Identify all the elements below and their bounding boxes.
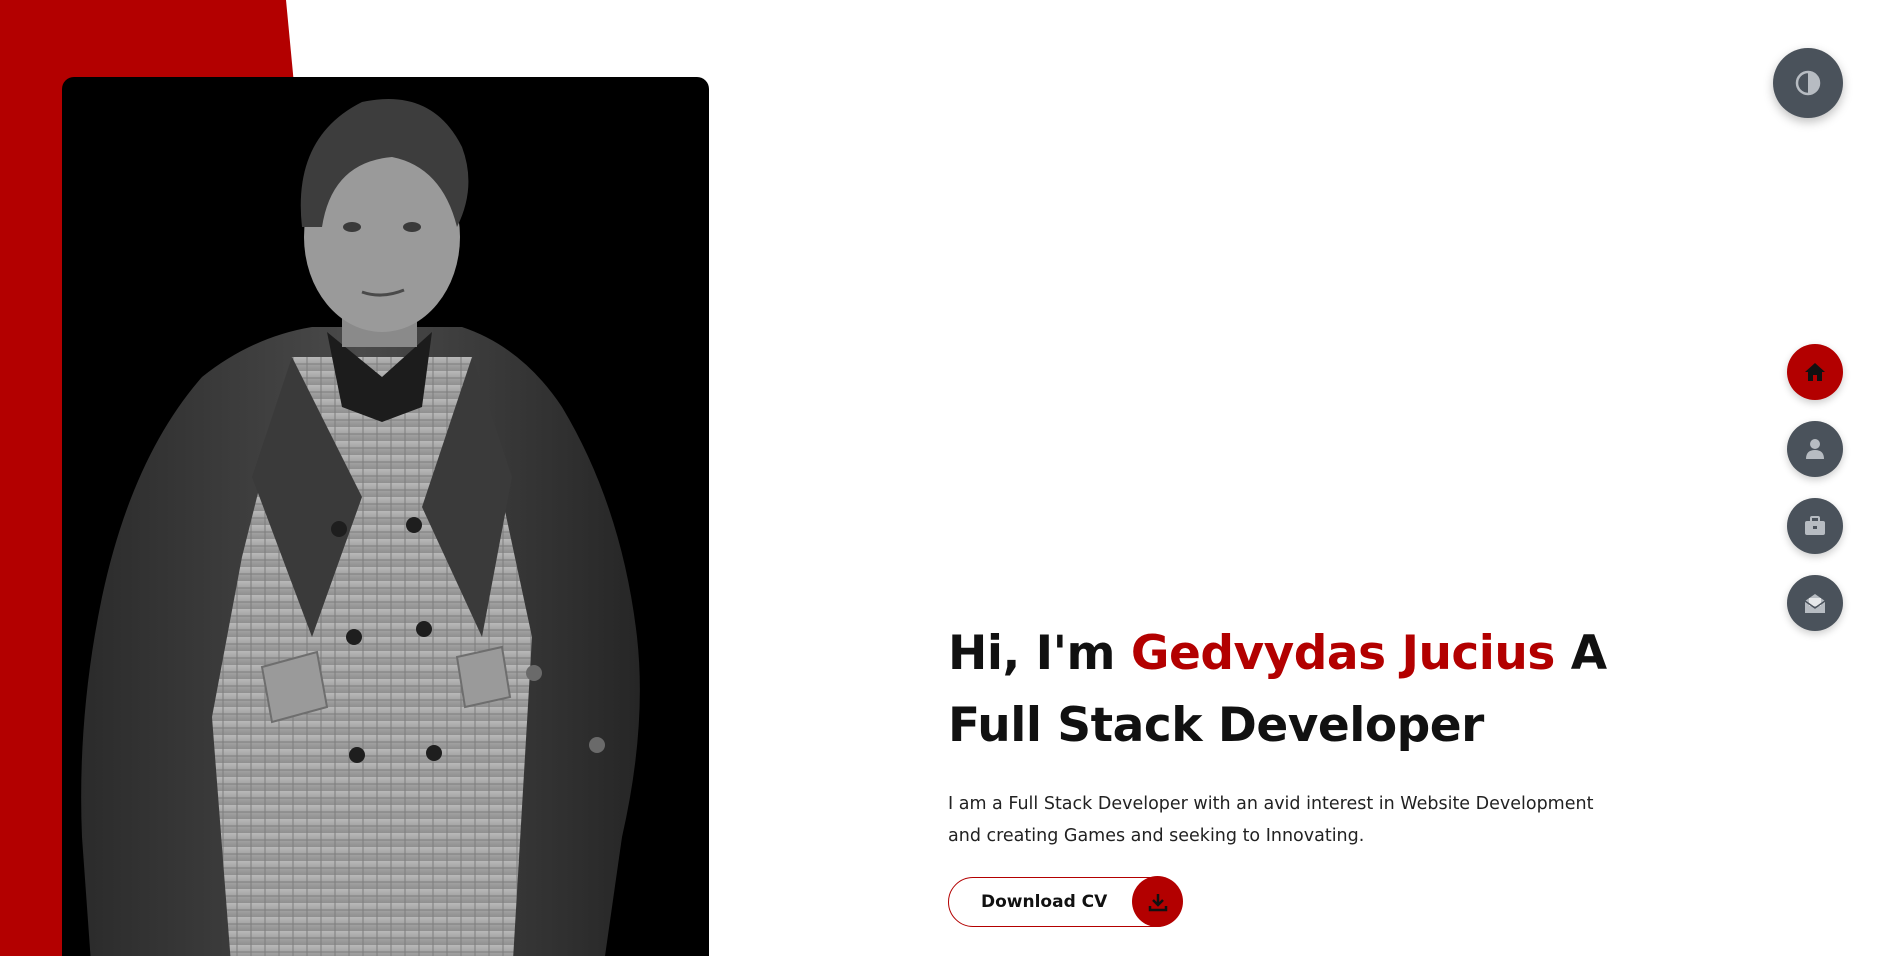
- download-icon: [1132, 876, 1183, 927]
- name-text: Gedvydas Jucius: [1130, 626, 1555, 681]
- home-icon: [1805, 363, 1825, 381]
- contrast-icon: [1795, 70, 1821, 96]
- hero-section: Hi, I'm Gedvydas Jucius A Full Stack Deve…: [948, 618, 1628, 852]
- intro-line-1: I am a Full Stack Developer with an avid…: [948, 794, 1594, 814]
- user-icon: [1806, 439, 1824, 459]
- envelope-open-icon: [1804, 594, 1826, 613]
- nav-home-button[interactable]: [1787, 344, 1843, 400]
- profile-photo: [62, 77, 709, 956]
- nav-about-button[interactable]: [1787, 421, 1843, 477]
- portrait-photo: [81, 99, 640, 956]
- role-text-start: A: [1554, 626, 1607, 681]
- briefcase-icon: [1805, 516, 1825, 535]
- download-cv-label: Download CV: [981, 892, 1108, 912]
- download-cv-button[interactable]: Download CV: [948, 876, 1183, 927]
- intro-paragraph: I am a Full Stack Developer with an avid…: [948, 788, 1628, 852]
- page-root: Hi, I'm Gedvydas Jucius A Full Stack Deve…: [0, 0, 1899, 956]
- role-text: Full Stack Developer: [948, 698, 1484, 753]
- nav-contact-button[interactable]: [1787, 575, 1843, 631]
- hero-headline: Hi, I'm Gedvydas Jucius A Full Stack Deve…: [948, 618, 1628, 762]
- intro-line-2: and creating Games and seeking to Innova…: [948, 826, 1365, 846]
- nav-portfolio-button[interactable]: [1787, 498, 1843, 554]
- greeting-text: Hi, I'm: [948, 626, 1131, 681]
- side-navigation: [1787, 344, 1843, 652]
- theme-toggle-button[interactable]: [1773, 48, 1843, 118]
